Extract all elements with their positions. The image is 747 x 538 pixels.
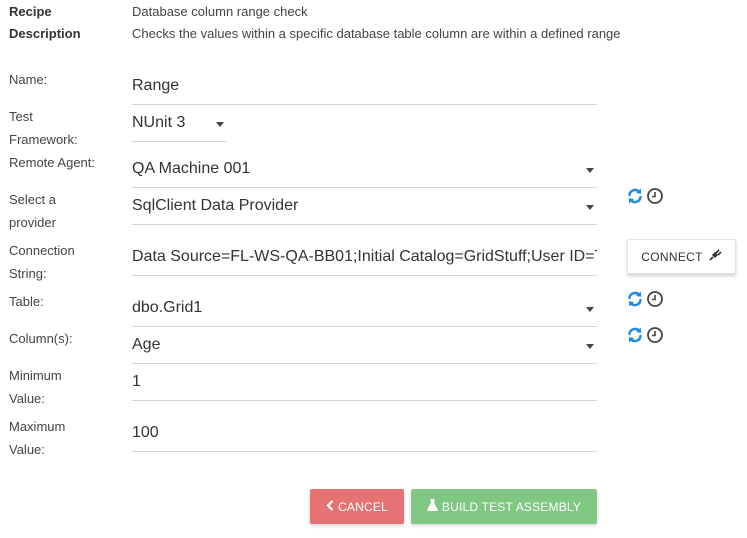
provider-actions	[626, 186, 666, 206]
chevron-down-icon	[216, 122, 224, 127]
name-label: Name:	[9, 72, 48, 87]
columns-select[interactable]: Age	[132, 327, 597, 364]
cancel-button[interactable]: CANCEL	[310, 489, 404, 524]
refresh-icon[interactable]	[626, 187, 644, 205]
name-value: Range	[132, 77, 180, 94]
framework-label-line2: Framework:	[9, 132, 78, 147]
provider-select[interactable]: SqlClient Data Provider	[132, 188, 597, 225]
chevron-down-icon	[586, 344, 594, 349]
connection-label-line1: Connection	[9, 243, 75, 258]
maximum-label-line2: Value:	[9, 442, 45, 457]
table-value: dbo.Grid1	[132, 299, 203, 316]
minimum-value-input[interactable]: 1	[132, 364, 597, 401]
description-value: Checks the values within a specific data…	[132, 26, 621, 41]
connection-value: Data Source=FL-WS-QA-BB01;Initial Catalo…	[132, 248, 597, 265]
framework-select[interactable]: NUnit 3	[132, 105, 227, 142]
cancel-button-label: CANCEL	[338, 499, 388, 514]
columns-label: Column(s):	[9, 331, 73, 346]
maximum-label-line1: Maximum	[9, 419, 66, 434]
table-actions	[626, 289, 666, 309]
clock-icon[interactable]	[646, 187, 664, 205]
framework-label-line1: Test	[9, 109, 33, 124]
chevron-down-icon	[586, 307, 594, 312]
clock-icon[interactable]	[646, 290, 664, 308]
minimum-value: 1	[132, 373, 141, 390]
refresh-icon[interactable]	[626, 326, 644, 344]
refresh-icon[interactable]	[626, 290, 644, 308]
minimum-label-line2: Value:	[9, 391, 45, 406]
name-input[interactable]: Range	[132, 68, 597, 105]
framework-value: NUnit 3	[132, 114, 186, 131]
build-button-label: BUILD TEST ASSEMBLY	[441, 499, 582, 514]
columns-value: Age	[132, 336, 161, 353]
agent-label: Remote Agent:	[9, 155, 95, 170]
provider-value: SqlClient Data Provider	[132, 197, 299, 214]
agent-select[interactable]: QA Machine 001	[132, 151, 597, 188]
table-select[interactable]: dbo.Grid1	[132, 290, 597, 327]
connection-string-input[interactable]: Data Source=FL-WS-QA-BB01;Initial Catalo…	[132, 239, 597, 276]
build-test-assembly-button[interactable]: BUILD TEST ASSEMBLY	[411, 489, 597, 524]
chevron-down-icon	[586, 168, 594, 173]
clock-icon[interactable]	[646, 326, 664, 344]
connect-button[interactable]: CONNECT	[627, 239, 736, 274]
connection-label-line2: String:	[9, 266, 47, 281]
minimum-label-line1: Minimum	[9, 368, 62, 383]
recipe-label: Recipe	[9, 4, 52, 19]
description-label: Description	[9, 26, 81, 41]
agent-value: QA Machine 001	[132, 160, 251, 177]
plug-icon	[708, 248, 722, 265]
chevron-down-icon	[586, 205, 594, 210]
provider-label-line2: provider	[9, 215, 56, 230]
chevron-left-icon	[326, 499, 334, 514]
recipe-value: Database column range check	[132, 4, 308, 19]
provider-label-line1: Select a	[9, 192, 56, 207]
connect-button-label: CONNECT	[641, 249, 703, 264]
maximum-value: 100	[132, 424, 159, 441]
columns-actions	[626, 325, 666, 345]
flask-icon	[427, 499, 438, 514]
maximum-value-input[interactable]: 100	[132, 415, 597, 452]
table-label: Table:	[9, 294, 44, 309]
